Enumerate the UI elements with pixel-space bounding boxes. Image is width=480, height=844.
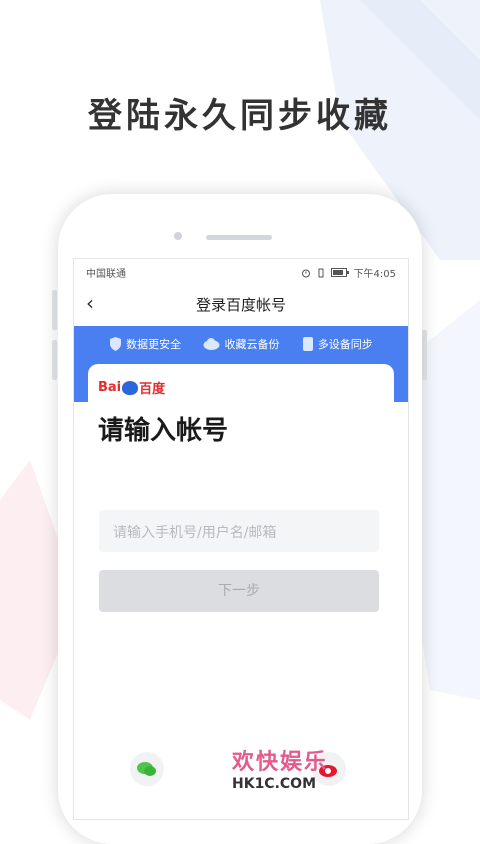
next-button[interactable]: 下一步 — [99, 570, 379, 612]
account-placeholder: 请输入手机号/用户名/邮箱 — [113, 525, 277, 541]
paw-icon — [122, 380, 139, 395]
alarm-icon — [301, 269, 310, 277]
vibrate-icon — [318, 268, 324, 277]
status-bar: 中国联通 下午4:05 — [74, 259, 408, 283]
watermark-text: 欢快娱乐 — [232, 750, 329, 775]
phone-speaker — [206, 235, 272, 240]
feature-sync: 多设备同步 — [302, 336, 373, 352]
phone-camera — [174, 232, 182, 240]
carrier-label: 中国联通 — [86, 269, 126, 280]
feature-secure: 数据更安全 — [109, 336, 181, 352]
watermark-url: HK1C.COM — [232, 776, 317, 792]
device-icon — [302, 337, 313, 351]
account-input[interactable]: 请输入手机号/用户名/邮箱 — [99, 510, 379, 552]
phone-side-button — [422, 330, 427, 380]
baidu-logo: Bai 百度 — [98, 380, 166, 397]
headline: 登陆永久同步收藏 — [88, 96, 392, 136]
feature-label: 收藏云备份 — [224, 338, 280, 351]
navigation-bar: ‹ 登录百度帐号 — [74, 287, 408, 321]
clock-label: 下午4:05 — [353, 269, 396, 280]
shield-icon — [110, 337, 122, 351]
battery-icon — [330, 268, 349, 277]
wechat-icon — [137, 762, 156, 776]
status-icons: 下午4:05 — [301, 265, 396, 280]
phone-side-button — [52, 340, 57, 380]
page-title: 登录百度帐号 — [195, 296, 286, 314]
wechat-login-button[interactable] — [130, 752, 164, 786]
card-title: 请输入帐号 — [98, 416, 229, 446]
cloud-icon — [203, 338, 220, 350]
phone-side-button — [52, 290, 57, 330]
phone-screen: 中国联通 下午4:05 ‹ 登录百度帐号 数据更安全 收藏云备份 多设备同步 B… — [73, 258, 409, 820]
feature-cloud: 收藏云备份 — [203, 336, 279, 352]
feature-label: 多设备同步 — [317, 338, 373, 351]
feature-label: 数据更安全 — [126, 338, 182, 351]
